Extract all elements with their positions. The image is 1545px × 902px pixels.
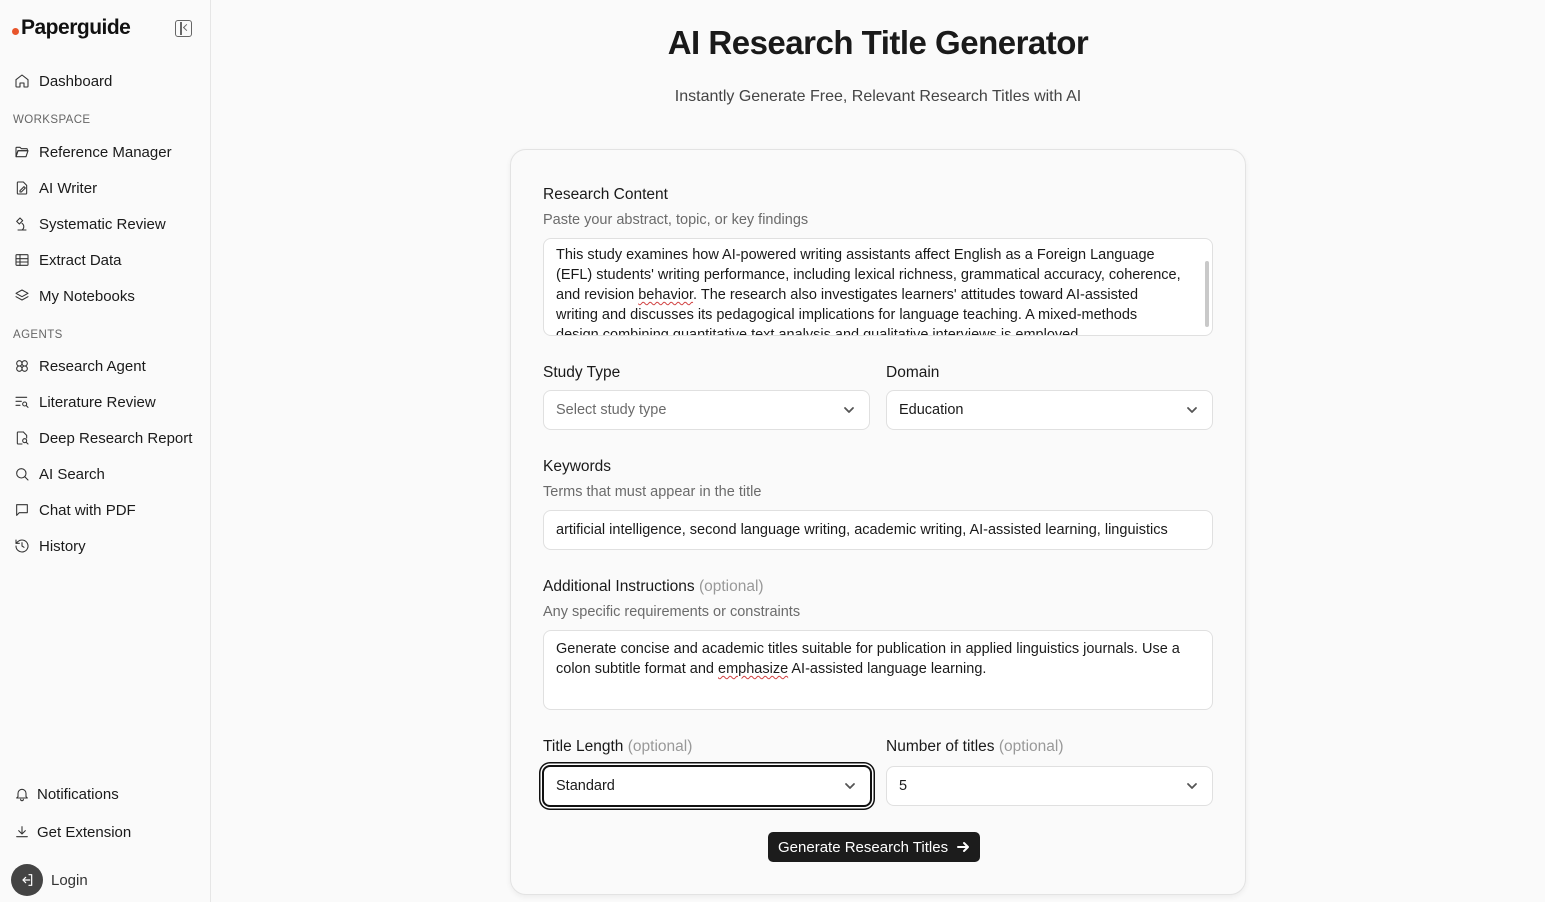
sidebar-item-label: Chat with PDF	[39, 501, 136, 519]
sidebar-item-label: Research Agent	[39, 357, 146, 375]
sidebar: Paperguide Dashboard WORKSPACE Reference…	[0, 0, 211, 902]
section-label-workspace: WORKSPACE	[13, 114, 91, 126]
arrow-right-icon	[957, 842, 970, 852]
sidebar-item-label: Get Extension	[37, 823, 132, 841]
keywords-value: artificial intelligence, second language…	[556, 522, 1168, 538]
download-icon	[13, 823, 31, 841]
optional-tag: (optional)	[627, 738, 693, 755]
sidebar-item-extract-data[interactable]: Extract Data	[13, 248, 203, 272]
textarea-scrollbar[interactable]	[1205, 261, 1209, 327]
sidebar-item-ai-writer[interactable]: AI Writer	[13, 176, 203, 200]
generate-titles-label: Generate Research Titles	[778, 838, 949, 856]
title-length-value: Standard	[556, 778, 615, 794]
research-content-label: Research Content	[543, 186, 668, 203]
optional-tag: (optional)	[998, 738, 1064, 755]
number-of-titles-label: Number of titles (optional)	[886, 738, 1063, 756]
domain-label: Domain	[886, 364, 940, 381]
title-length-label-text: Title Length	[543, 738, 624, 755]
sidebar-item-label: Extract Data	[39, 251, 122, 269]
sidebar-item-get-extension[interactable]: Get Extension	[13, 820, 203, 844]
keywords-hint: Terms that must appear in the title	[543, 484, 762, 500]
chevron-down-icon	[843, 404, 855, 416]
sidebar-collapse-icon[interactable]	[175, 20, 192, 37]
number-of-titles-select[interactable]: 5	[886, 766, 1213, 806]
optional-tag: (optional)	[698, 578, 764, 595]
research-content-textarea[interactable]: This study examines how AI-powered writi…	[543, 238, 1213, 336]
agent-icon	[13, 357, 31, 375]
folder-icon	[13, 143, 31, 161]
table-icon	[13, 251, 31, 269]
home-icon	[13, 72, 31, 90]
additional-instructions-label: Additional Instructions (optional)	[543, 578, 764, 596]
sidebar-item-systematic-review[interactable]: Systematic Review	[13, 212, 203, 236]
file-search-icon	[13, 429, 31, 447]
section-label-agents: AGENTS	[13, 329, 63, 341]
chat-icon	[13, 501, 31, 519]
spellcheck-flagged-word: behavior	[638, 287, 694, 303]
sidebar-item-label: Notifications	[37, 785, 119, 803]
additional-instructions-hint: Any specific requirements or constraints	[543, 604, 801, 620]
sidebar-item-label: AI Search	[39, 465, 105, 483]
additional-instructions-textarea[interactable]: Generate concise and academic titles sui…	[543, 630, 1213, 710]
bell-icon	[13, 785, 31, 803]
sidebar-item-history[interactable]: History	[13, 534, 203, 558]
sidebar-item-dashboard[interactable]: Dashboard	[13, 69, 203, 93]
additional-instructions-text-rest: AI-assisted language learning.	[788, 661, 987, 677]
brand-logo[interactable]: Paperguide	[12, 16, 131, 40]
sidebar-item-label: Literature Review	[39, 393, 156, 411]
login-label: Login	[51, 871, 88, 889]
login-button[interactable]: Login	[11, 864, 88, 896]
chevron-down-icon	[1186, 404, 1198, 416]
research-content-hint: Paste your abstract, topic, or key findi…	[543, 212, 809, 228]
sidebar-item-label: Systematic Review	[39, 215, 166, 233]
generate-titles-button[interactable]: Generate Research Titles	[768, 832, 981, 862]
spellcheck-flagged-word: emphasize	[718, 661, 789, 677]
sidebar-item-label: My Notebooks	[39, 287, 135, 305]
layers-icon	[13, 287, 31, 305]
study-type-select[interactable]: Select study type	[543, 390, 870, 430]
study-type-label: Study Type	[543, 364, 621, 381]
additional-instructions-label-text: Additional Instructions	[543, 578, 695, 595]
title-length-select[interactable]: Standard	[542, 765, 872, 807]
title-length-label: Title Length (optional)	[543, 738, 692, 756]
pen-file-icon	[13, 179, 31, 197]
title-generator-form: Research Content Paste your abstract, to…	[510, 149, 1246, 895]
chevron-down-icon	[844, 780, 856, 792]
page-title: AI Research Title Generator	[667, 24, 1089, 61]
study-type-placeholder: Select study type	[556, 402, 667, 418]
sidebar-item-deep-research-report[interactable]: Deep Research Report	[13, 426, 203, 450]
domain-select[interactable]: Education	[886, 390, 1213, 430]
keywords-input[interactable]: artificial intelligence, second language…	[543, 510, 1213, 550]
search-icon	[13, 465, 31, 483]
page-subtitle: Instantly Generate Free, Relevant Resear…	[674, 88, 1082, 105]
keywords-label: Keywords	[543, 458, 612, 475]
history-icon	[13, 537, 31, 555]
domain-value: Education	[899, 402, 964, 418]
microscope-icon	[13, 215, 31, 233]
sidebar-item-label: Reference Manager	[39, 143, 172, 161]
chevron-down-icon	[1186, 780, 1198, 792]
sidebar-item-my-notebooks[interactable]: My Notebooks	[13, 284, 203, 308]
sidebar-item-literature-review[interactable]: Literature Review	[13, 390, 203, 414]
number-of-titles-label-text: Number of titles	[886, 738, 995, 755]
sidebar-item-label: Dashboard	[39, 72, 113, 90]
logo-dot-icon	[12, 27, 19, 35]
sidebar-item-label: AI Writer	[39, 179, 98, 197]
sidebar-item-research-agent[interactable]: Research Agent	[13, 354, 203, 378]
sidebar-item-notifications[interactable]: Notifications	[13, 782, 203, 806]
number-of-titles-value: 5	[899, 778, 908, 794]
sidebar-item-ai-search[interactable]: AI Search	[13, 462, 203, 486]
sidebar-item-label: History	[39, 537, 86, 555]
login-icon	[11, 864, 43, 896]
sidebar-item-reference-manager[interactable]: Reference Manager	[13, 140, 203, 164]
brand-name: Paperguide	[21, 16, 131, 39]
sidebar-item-chat-with-pdf[interactable]: Chat with PDF	[13, 498, 203, 522]
sidebar-item-label: Deep Research Report	[39, 429, 193, 447]
list-search-icon	[13, 393, 31, 411]
